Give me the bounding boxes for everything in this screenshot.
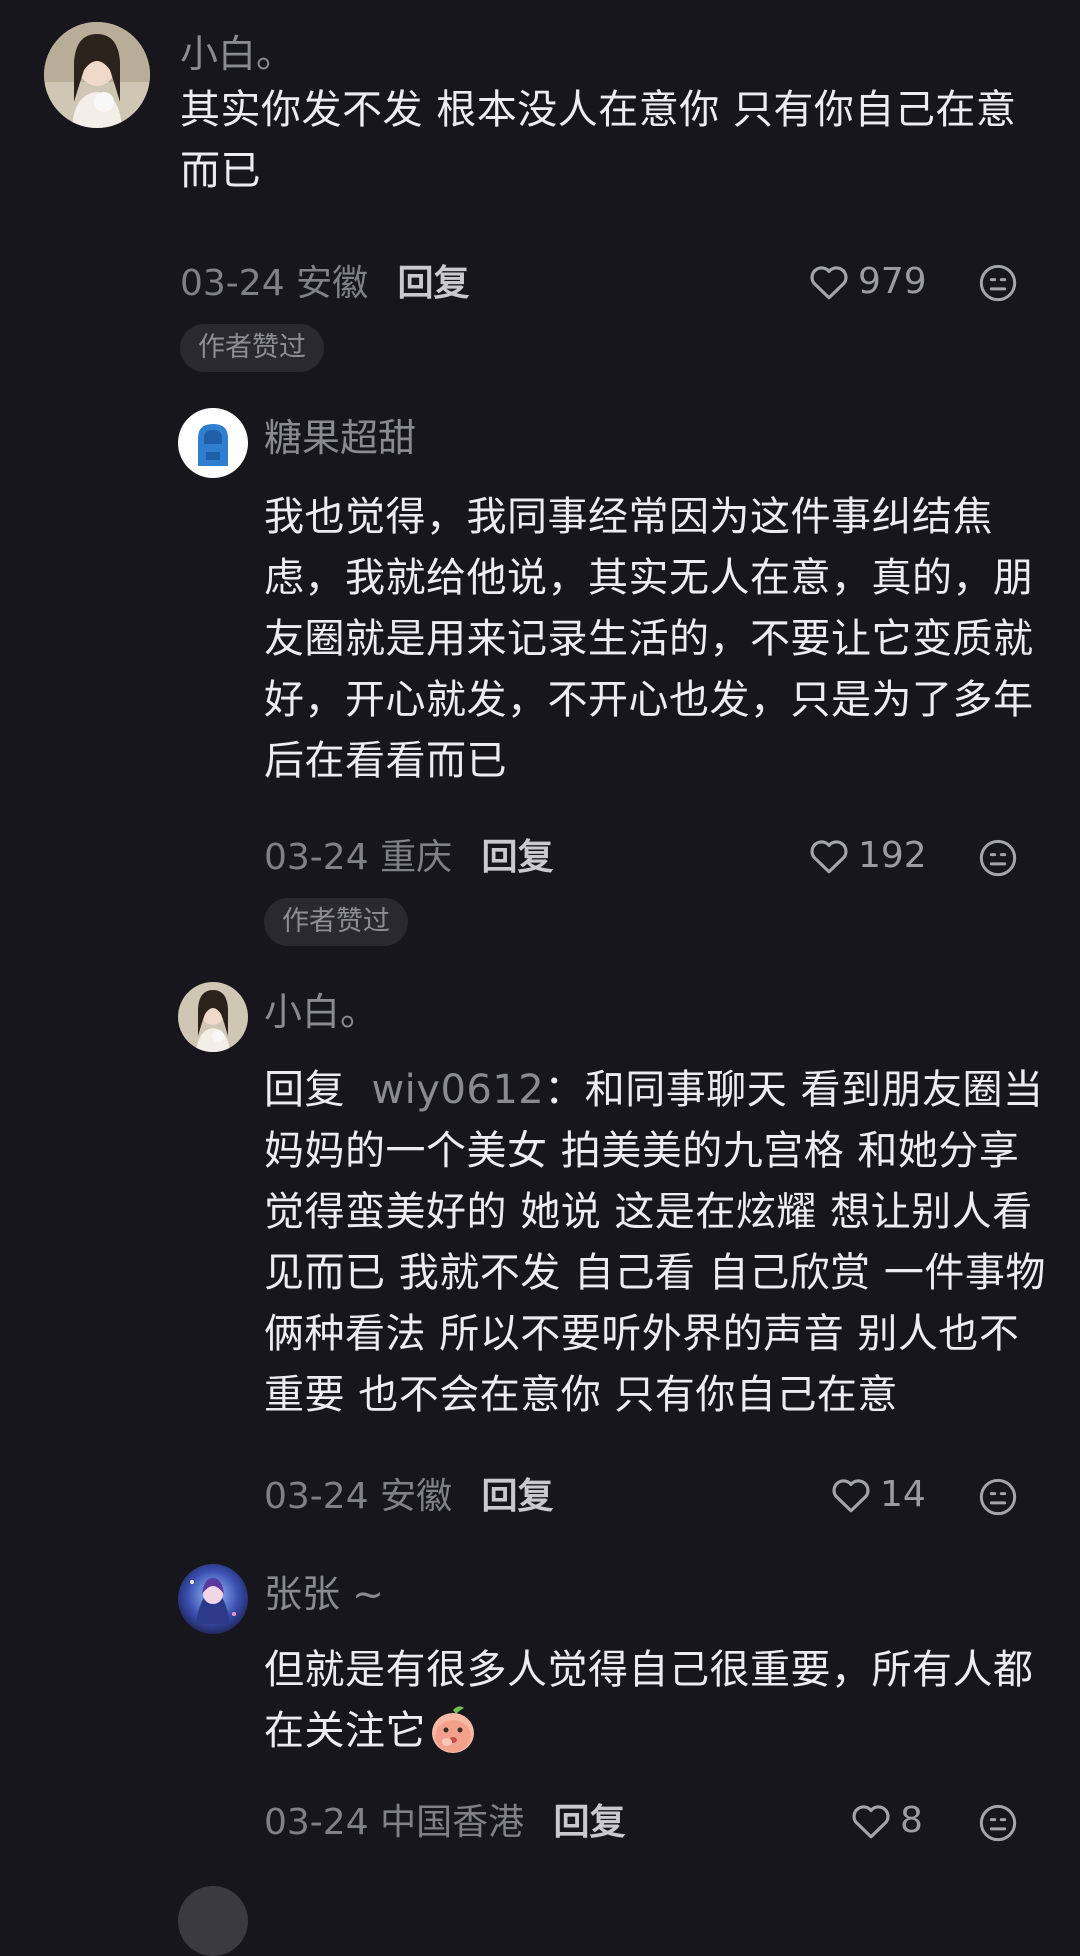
comment-date: 03-24	[264, 837, 369, 878]
heart-icon	[832, 1479, 870, 1513]
comment-text-line: 而已	[180, 148, 261, 194]
comment-meta: 03-24 安徽 回复	[264, 1475, 554, 1519]
like-button[interactable]: 192	[808, 834, 927, 878]
heart-icon	[810, 840, 848, 874]
author-liked-badge: 作者赞过	[180, 324, 324, 372]
heart-icon	[810, 266, 848, 300]
comment-text-line: 回复 wiy0612：和同事聊天 看到朋友圈当	[264, 1067, 1044, 1113]
comment-text-line: 但就是有很多人觉得自己很重要，所有人都	[264, 1647, 1034, 1693]
anime-avatar-icon[interactable]	[178, 1564, 248, 1634]
comment-text-line: 俩种看法 所以不要听外界的声音 别人也不	[264, 1311, 1020, 1357]
comment-meta: 03-24 中国香港 回复	[264, 1801, 626, 1845]
user-avatar-icon[interactable]	[178, 982, 248, 1052]
comment-text-line: 虑，我就给他说，其实无人在意，真的，朋	[264, 555, 1034, 601]
reply-button[interactable]: 回复	[554, 1802, 626, 1843]
comment-text-line: 其实你发不发 根本没人在意你 只有你自己在意	[180, 87, 1017, 133]
comment-text-line: 觉得蛮美好的 她说 这是在炫耀 想让别人看	[264, 1189, 1033, 1235]
heart-icon	[852, 1805, 890, 1839]
comment-text: 但就是有很多人觉得自己很重要，所有人都 在关注它	[264, 1640, 1064, 1762]
reply-button[interactable]: 回复	[482, 837, 554, 878]
comment-location: 安徽	[296, 263, 369, 304]
author-liked-badge: 作者赞过	[264, 898, 408, 946]
comment-date: 03-24	[264, 1802, 369, 1843]
comment-text-line: 妈妈的一个美女 拍美美的九宫格 和她分享	[264, 1128, 1020, 1174]
comment-text-line: 重要 也不会在意你 只有你自己在意	[264, 1372, 898, 1418]
comment-meta: 03-24 重庆 回复	[264, 836, 554, 880]
comment-text-line: 见而已 我就不发 自己看 自己欣赏 一件事物	[264, 1250, 1046, 1296]
reply-prefix: 回复	[264, 1067, 345, 1113]
comment-text-line: 在关注它	[264, 1701, 1064, 1762]
comment-text: 回复 wiy0612：和同事聊天 看到朋友圈当 妈妈的一个美女 拍美美的九宫格 …	[264, 1060, 1064, 1426]
reply-button[interactable]: 回复	[482, 1476, 554, 1517]
comment-meta: 03-24 安徽 回复	[180, 262, 470, 306]
dislike-face-icon[interactable]	[978, 263, 1018, 303]
comment-text-line: 友圈就是用来记录生活的，不要让它变质就	[264, 616, 1034, 662]
comment-location: 安徽	[380, 1476, 453, 1517]
username[interactable]: 张张 ~	[264, 1572, 384, 1616]
dislike-face-icon[interactable]	[978, 1803, 1018, 1843]
username[interactable]: 糖果超甜	[264, 416, 416, 460]
dislike-face-icon[interactable]	[978, 1477, 1018, 1517]
comment-location: 中国香港	[380, 1802, 525, 1843]
like-count: 8	[900, 1800, 923, 1841]
comment-text-line: 我也觉得，我同事经常因为这件事纠结焦	[264, 494, 993, 540]
reply-button[interactable]: 回复	[398, 263, 470, 304]
like-button[interactable]: 979	[808, 260, 927, 304]
peach-emoji-icon	[432, 1706, 474, 1753]
comment-text: 其实你发不发 根本没人在意你 只有你自己在意 而已	[180, 80, 1040, 202]
mention-link[interactable]: wiy0612	[371, 1067, 544, 1113]
like-count: 979	[858, 261, 927, 302]
comment-date: 03-24	[180, 263, 285, 304]
comment-text-line: 好，开心就发，不开心也发，只是为了多年	[264, 677, 1034, 723]
username[interactable]: 小白。	[264, 990, 378, 1034]
comment-date: 03-24	[264, 1476, 369, 1517]
dislike-face-icon[interactable]	[978, 838, 1018, 878]
like-button[interactable]: 8	[850, 1799, 923, 1843]
user-avatar-icon[interactable]	[44, 22, 150, 128]
like-button[interactable]: 14	[830, 1473, 926, 1517]
hoodie-avatar-icon[interactable]	[178, 408, 248, 478]
comment-text: 我也觉得，我同事经常因为这件事纠结焦 虑，我就给他说，其实无人在意，真的，朋 友…	[264, 487, 1064, 792]
comment-location: 重庆	[380, 837, 453, 878]
like-count: 14	[880, 1474, 926, 1515]
like-count: 192	[858, 835, 927, 876]
username[interactable]: 小白。	[180, 32, 294, 76]
comment-text-line: 后在看看而已	[264, 738, 507, 784]
